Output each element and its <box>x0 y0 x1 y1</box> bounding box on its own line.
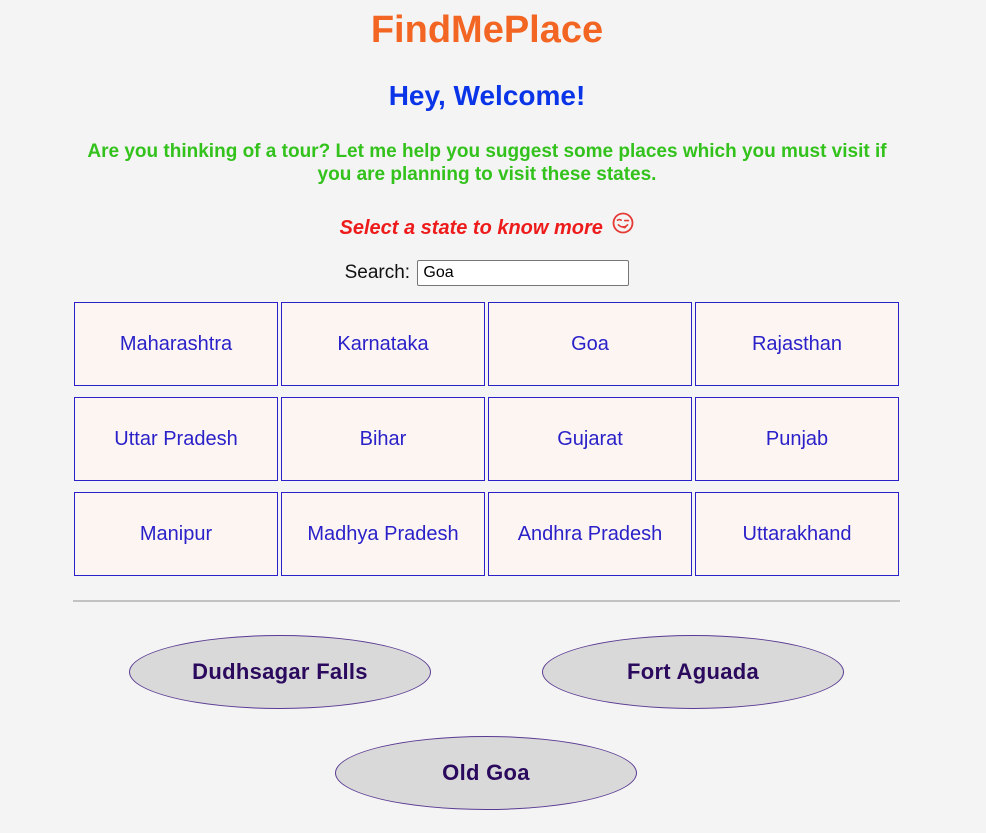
select-state-prompt: Select a state to know more <box>0 212 974 242</box>
state-tile-bihar[interactable]: Bihar <box>281 397 485 481</box>
welcome-heading: Hey, Welcome! <box>388 80 586 111</box>
search-label: Search: <box>344 262 411 283</box>
intro-text: Are you thinking of a tour? Let me help … <box>87 141 887 185</box>
state-tile-goa[interactable]: Goa <box>488 302 692 386</box>
winking-face-icon <box>612 212 634 242</box>
state-tile-maharashtra[interactable]: Maharashtra <box>74 302 278 386</box>
state-tile-uttarakhand[interactable]: Uttarakhand <box>695 492 899 576</box>
place-button-fort-aguada[interactable]: Fort Aguada <box>542 635 844 709</box>
state-tile-punjab[interactable]: Punjab <box>695 397 899 481</box>
state-tile-madhya-pradesh[interactable]: Madhya Pradesh <box>281 492 485 576</box>
select-state-prompt-text: Select a state to know more <box>339 217 603 239</box>
state-tile-uttar-pradesh[interactable]: Uttar Pradesh <box>74 397 278 481</box>
app-title: FindMePlace <box>370 9 604 51</box>
place-button-old-goa[interactable]: Old Goa <box>335 736 637 810</box>
state-grid: Maharashtra Karnataka Goa Rajasthan Utta… <box>74 302 900 576</box>
state-tile-andhra-pradesh[interactable]: Andhra Pradesh <box>488 492 692 576</box>
search-row: Search: <box>0 259 974 287</box>
state-tile-karnataka[interactable]: Karnataka <box>281 302 485 386</box>
section-divider <box>73 600 900 602</box>
search-input[interactable] <box>417 260 630 286</box>
state-tile-rajasthan[interactable]: Rajasthan <box>695 302 899 386</box>
place-button-dudhsagar-falls[interactable]: Dudhsagar Falls <box>129 635 431 709</box>
state-tile-gujarat[interactable]: Gujarat <box>488 397 692 481</box>
state-tile-manipur[interactable]: Manipur <box>74 492 278 576</box>
